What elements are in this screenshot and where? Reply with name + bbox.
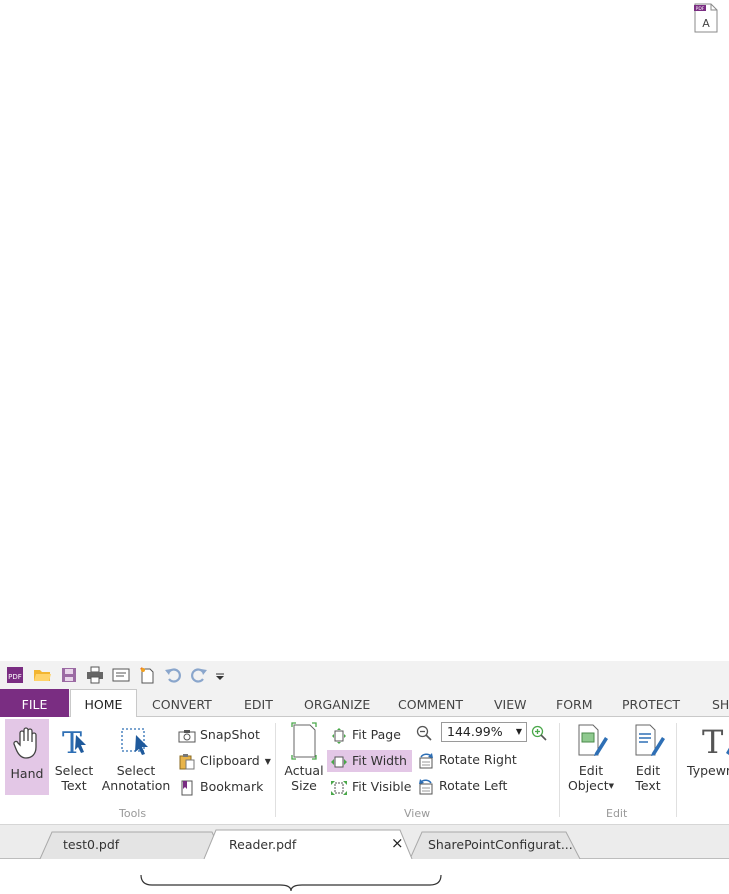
document-tab-bar: test0.pdf Reader.pdf × SharePointConfigu… [0,825,729,859]
save-icon[interactable] [60,666,78,684]
hand-tool-button[interactable]: Hand [5,719,49,795]
group-separator [275,723,276,817]
tab-view[interactable]: VIEW [494,689,527,717]
open-folder-icon[interactable] [33,666,51,684]
customize-dropdown-icon[interactable] [214,666,226,684]
zoom-level-select[interactable]: 144.99% ▼ [441,722,527,742]
edit-object-dropdown-icon[interactable]: ▼ [609,782,614,790]
undo-icon[interactable] [164,666,182,684]
edit-text-label-2: Text [635,778,661,793]
new-icon[interactable] [138,666,156,684]
hand-label: Hand [10,766,44,781]
fit-page-icon [332,727,346,744]
edit-group-label: Edit [606,807,628,820]
pdf-a-document-icon: PDF A [694,3,718,33]
snapshot-label: SnapShot [200,727,260,742]
rotate-right-label: Rotate Right [439,752,517,767]
typewriter-button[interactable]: T Typewr [684,721,729,778]
zoom-out-icon[interactable] [416,725,432,741]
tab-share[interactable]: SH [712,689,729,717]
group-separator [676,723,677,817]
quick-access-toolbar: PDF [0,661,729,689]
bookmark-button[interactable]: Bookmark [178,776,263,798]
edit-object-button[interactable]: Edit Object▼ [566,721,616,794]
document-tab-test0[interactable]: test0.pdf [63,837,119,852]
rotate-left-button[interactable]: Rotate Left [417,775,507,797]
tab-convert[interactable]: CONVERT [152,689,212,717]
fit-visible-button[interactable]: Fit Visible [330,776,411,798]
brace-annotation [140,874,442,891]
svg-text:A: A [702,17,710,30]
fit-width-icon [331,756,347,767]
actual-size-icon [291,722,317,760]
rotate-left-icon [419,778,433,794]
tab-file[interactable]: FILE [0,689,69,717]
select-text-button[interactable]: T Select Text [52,721,96,793]
rotate-left-label: Rotate Left [439,778,508,793]
select-annotation-label-1: Select [116,763,156,778]
close-tab-icon[interactable]: × [391,834,404,852]
edit-text-icon [635,724,665,756]
svg-text:PDF: PDF [696,6,705,12]
clipboard-dropdown-icon[interactable]: ▼ [265,757,271,766]
select-text-label-2: Text [61,778,87,793]
clipboard-label: Clipboard [200,753,260,768]
tab-organize[interactable]: ORGANIZE [304,689,370,717]
select-annotation-button[interactable]: Select Annotation [101,721,171,793]
rotate-right-button[interactable]: Rotate Right [417,749,517,771]
redo-icon[interactable] [190,666,208,684]
zoom-in-icon[interactable] [531,725,547,741]
print-icon[interactable] [86,666,104,684]
hand-icon [13,727,37,759]
zoom-level-value: 144.99% [447,724,503,739]
typewriter-icon: T [702,723,729,761]
group-separator [559,723,560,817]
select-annotation-label-2: Annotation [101,778,171,793]
svg-text:T: T [702,723,724,761]
fit-page-label: Fit Page [352,727,401,742]
edit-object-label-2: Object▼ [567,778,615,793]
edit-object-icon [578,724,608,756]
document-tab-sharepoint[interactable]: SharePointConfigurat... [428,837,573,852]
pdf-reader-window: PDF FILE HOME CONVERT EDIT ORGANIZE COMM… [0,661,729,894]
bookmark-label: Bookmark [200,779,264,794]
clipboard-button[interactable]: Clipboard ▼ [178,750,271,772]
svg-text:PDF: PDF [8,673,22,681]
tab-comment[interactable]: COMMENT [398,689,463,717]
fit-page-button[interactable]: Fit Page [330,724,401,746]
fit-width-button[interactable]: Fit Width [327,750,412,772]
edit-text-button[interactable]: Edit Text [626,721,670,793]
tab-protect[interactable]: PROTECT [622,689,680,717]
tab-edit[interactable]: EDIT [244,689,273,717]
ribbon-home-panel: Hand T Select Text Select Annotation Sna… [0,717,729,825]
view-group-label: View [404,807,431,820]
typewriter-label: Typewr [687,763,729,778]
camera-icon [178,729,196,742]
snapshot-button[interactable]: SnapShot [178,724,260,746]
fit-visible-label: Fit Visible [352,779,412,794]
actual-size-label-1: Actual [284,763,324,778]
actual-size-label-2: Size [291,778,317,793]
tab-home[interactable]: HOME [70,689,137,718]
pdf-logo-icon[interactable]: PDF [6,666,24,684]
zoom-dropdown-icon[interactable]: ▼ [516,723,522,741]
properties-icon[interactable] [112,666,130,684]
edit-text-label-1: Edit [635,763,661,778]
bookmark-icon [181,780,193,795]
tools-group-label: Tools [119,807,147,820]
actual-size-button[interactable]: Actual Size [282,721,326,793]
rotate-right-icon [419,752,433,768]
document-tab-reader[interactable]: Reader.pdf [229,837,296,852]
select-text-label-1: Select [54,763,94,778]
tab-form[interactable]: FORM [556,689,593,717]
fit-width-label: Fit Width [352,753,407,768]
select-text-icon: T [62,726,86,761]
fit-visible-icon [331,780,347,795]
edit-object-label-1: Edit [578,763,604,778]
clipboard-icon [179,753,195,769]
ribbon-tab-bar: FILE HOME CONVERT EDIT ORGANIZE COMMENT … [0,689,729,718]
select-annotation-icon [121,728,148,755]
